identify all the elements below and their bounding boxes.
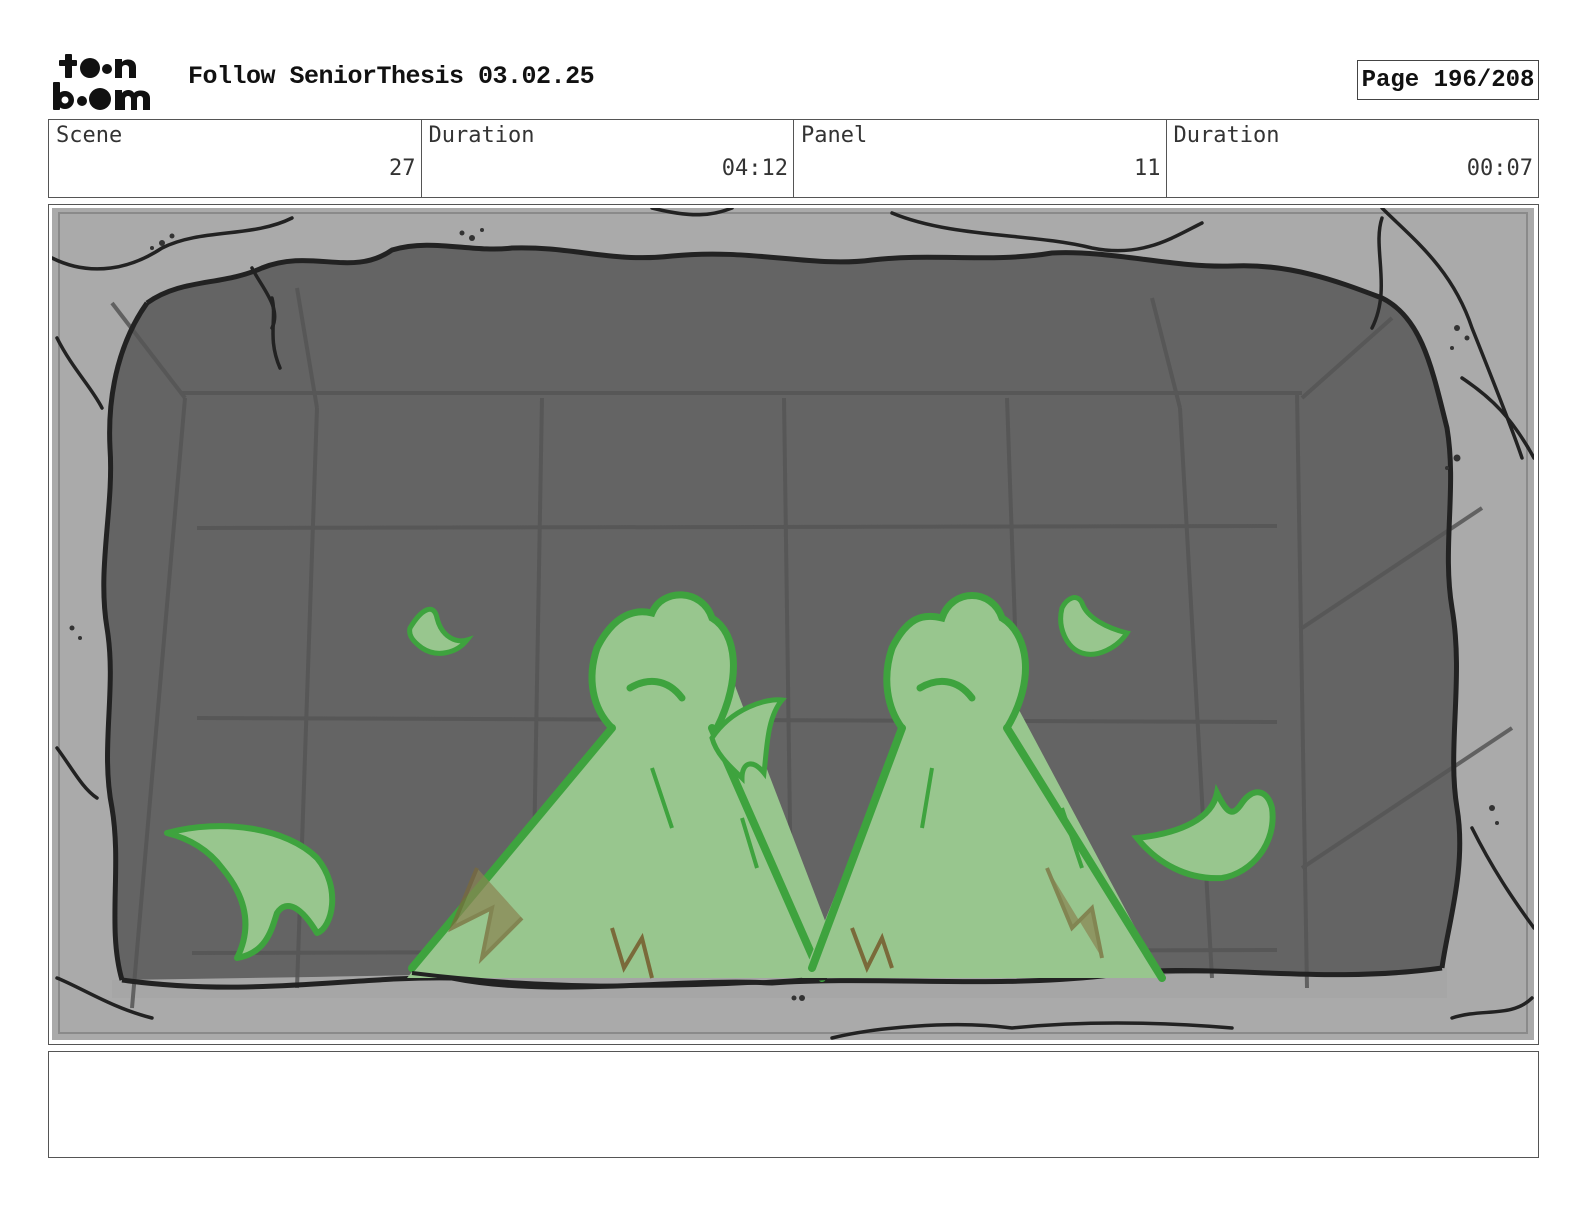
document-title: Follow SeniorThesis 03.02.25	[188, 62, 595, 91]
toon-boom-logo	[53, 54, 150, 110]
scene-duration-cell: Duration 04:12	[422, 120, 794, 197]
page-counter: Page 196/208	[1357, 60, 1539, 100]
scene-label: Scene	[56, 123, 123, 148]
scene-duration-label: Duration	[428, 123, 535, 148]
info-row: Scene 27 Duration 04:12 Panel 11 Duratio…	[48, 119, 1539, 198]
panel-cell: Panel 11	[794, 120, 1167, 197]
scene-cell: Scene 27	[49, 120, 422, 197]
panel-value: 11	[1134, 156, 1161, 181]
notes-box	[48, 1051, 1539, 1158]
panel-duration-label: Duration	[1173, 123, 1280, 148]
panel-duration-value: 00:07	[1466, 156, 1533, 181]
scene-duration-value: 04:12	[721, 156, 788, 181]
panel-artwork	[52, 208, 1534, 1040]
scene-value: 27	[389, 156, 416, 181]
panel-label: Panel	[801, 123, 868, 148]
panel-duration-cell: Duration 00:07	[1167, 120, 1539, 197]
storyboard-panel	[48, 204, 1539, 1045]
